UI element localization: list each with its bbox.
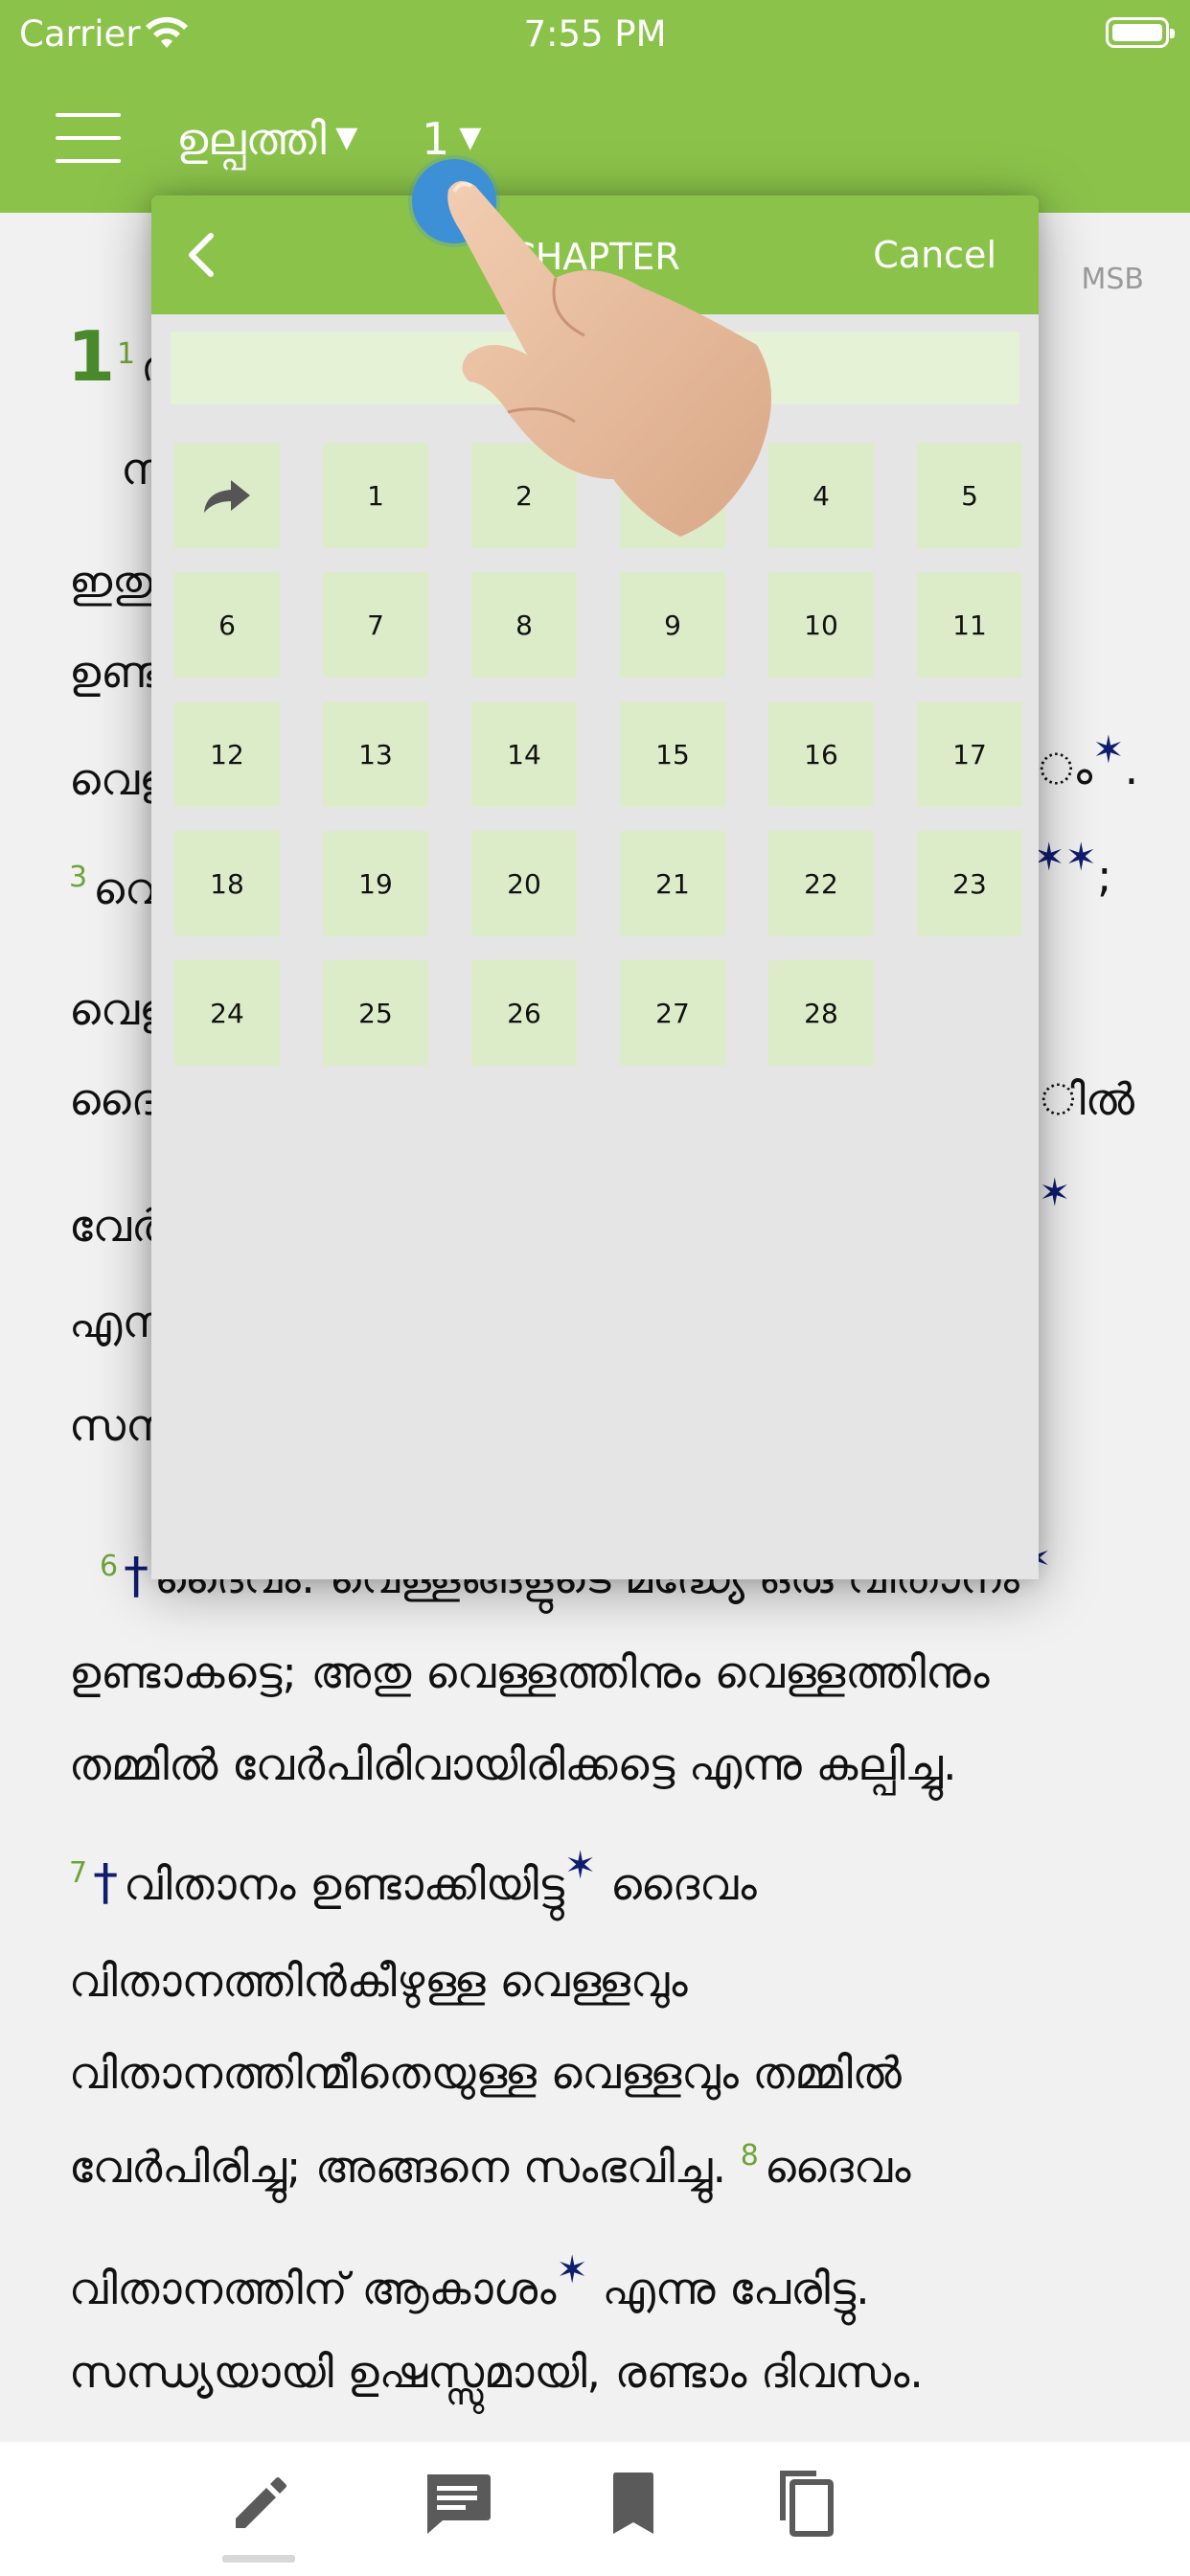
text-line: ദൈ [69, 1073, 159, 1125]
chapter-cell[interactable]: 18 [174, 831, 280, 936]
text-line: 3 വെ [69, 861, 164, 914]
text-line: ഇതു [69, 556, 153, 608]
go-to-button[interactable] [174, 443, 280, 548]
copy-icon [780, 2471, 834, 2537]
screen: { "status_bar": { "carrier": "Carrier", … [0, 0, 1190, 2576]
chapter-cell[interactable]: 23 [917, 831, 1022, 936]
verse-line: വിതാനത്തിൻകീഴുള്ള വെള്ളവും [69, 1955, 688, 2007]
active-indicator [222, 2555, 295, 2563]
chapter-cell[interactable]: 27 [620, 960, 725, 1066]
chapter-cell[interactable]: 13 [323, 702, 428, 807]
chevron-down-icon: ▼ [459, 121, 482, 154]
verse-line: ഉണ്ടാകട്ടെ; അതു വെള്ളത്തിനും വെള്ളത്തിനു… [69, 1646, 990, 1698]
version-label: MSB [1081, 263, 1144, 296]
chapter-cell[interactable]: 9 [620, 572, 725, 678]
bottom-toolbar [0, 2442, 1190, 2576]
chapter-heading: 1 [67, 316, 116, 397]
edit-icon [236, 2477, 286, 2528]
chapter-cell[interactable]: 21 [620, 831, 725, 936]
verse-line: സന്ധ്യയായി ഉഷസ്സുമായി, രണ്ടാം ദിവസം. [69, 2346, 924, 2398]
verse-line: തമ്മിൽ വേർപിരിവായിരിക്കട്ടെ എന്നു കല്പിച… [69, 1738, 957, 1790]
highlight-button[interactable] [217, 2459, 303, 2545]
text-line: എന [69, 1296, 164, 1347]
chapter-cell[interactable]: 22 [768, 831, 874, 936]
chapter-cell[interactable]: 12 [174, 702, 280, 807]
clock: 7:55 PM [523, 13, 667, 55]
copy-button[interactable] [763, 2459, 849, 2545]
bookmark-button[interactable] [590, 2459, 676, 2545]
text-line: ✶ [1039, 1171, 1071, 1215]
chapter-cell[interactable]: 24 [174, 960, 280, 1066]
chapter-cell[interactable]: 5 [917, 443, 1022, 548]
chapter-cell[interactable]: 14 [471, 702, 577, 807]
book-selector[interactable]: ഉല്പത്തി ▼ [176, 113, 357, 167]
text-line: വേർ [69, 1200, 163, 1252]
book-name: ഉല്പത്തി [176, 113, 327, 165]
chapter-cell[interactable]: 26 [471, 960, 577, 1066]
chapter-cell[interactable]: 1 [323, 443, 428, 548]
verse-line: വിതാനത്തിന്മീതെയുള്ള വെള്ളവും തമ്മിൽ [69, 2047, 902, 2099]
chapter-cell[interactable]: 17 [917, 702, 1022, 807]
text-line: ില്‍ [1041, 1073, 1135, 1125]
verse-line: വേർപിരിച്ചു; അങ്ങനെ സംഭവിച്ചു. 8 ദൈവം [69, 2139, 911, 2193]
cancel-button[interactable]: Cancel [873, 234, 996, 276]
bookmark-icon [613, 2472, 653, 2534]
chapter-cell[interactable]: 6 [174, 572, 280, 678]
chapter-number: 1 [422, 113, 450, 165]
note-icon [427, 2474, 491, 2534]
forward-arrow-icon [204, 480, 250, 513]
chapter-cell[interactable]: 28 [768, 960, 874, 1066]
verse-line: 7 † വിതാനം ഉണ്ടാക്കിയിട്ടു✶ ദൈവം [69, 1844, 757, 1912]
note-button[interactable] [414, 2459, 500, 2545]
chapter-cell[interactable]: 11 [917, 572, 1022, 678]
chapter-cell[interactable]: 7 [323, 572, 428, 678]
chapter-cell[interactable]: 10 [768, 572, 874, 678]
status-bar: Carrier 7:55 PM [0, 0, 1190, 73]
battery-icon [1106, 17, 1175, 48]
chapter-cell[interactable]: 20 [471, 831, 577, 936]
text-line: ✶✶; [1033, 836, 1112, 902]
chapter-cell[interactable]: 25 [323, 960, 428, 1066]
chapter-cell[interactable]: 8 [471, 572, 577, 678]
menu-button[interactable] [56, 113, 121, 163]
chapter-selector[interactable]: 1 ▼ [422, 113, 481, 165]
pointing-hand-icon [447, 180, 771, 537]
chevron-down-icon: ▼ [335, 121, 358, 154]
verse-line: വിതാനത്തിന് ആകാശം✶ എന്നു പേരിട്ടു. [69, 2248, 870, 2314]
chapter-cell[interactable]: 16 [768, 702, 874, 807]
chapter-cell[interactable]: 15 [620, 702, 725, 807]
text-line: ഉണ്ട [69, 646, 161, 698]
chapter-cell[interactable]: 19 [323, 831, 428, 936]
text-line: ം✶. [1039, 728, 1139, 794]
